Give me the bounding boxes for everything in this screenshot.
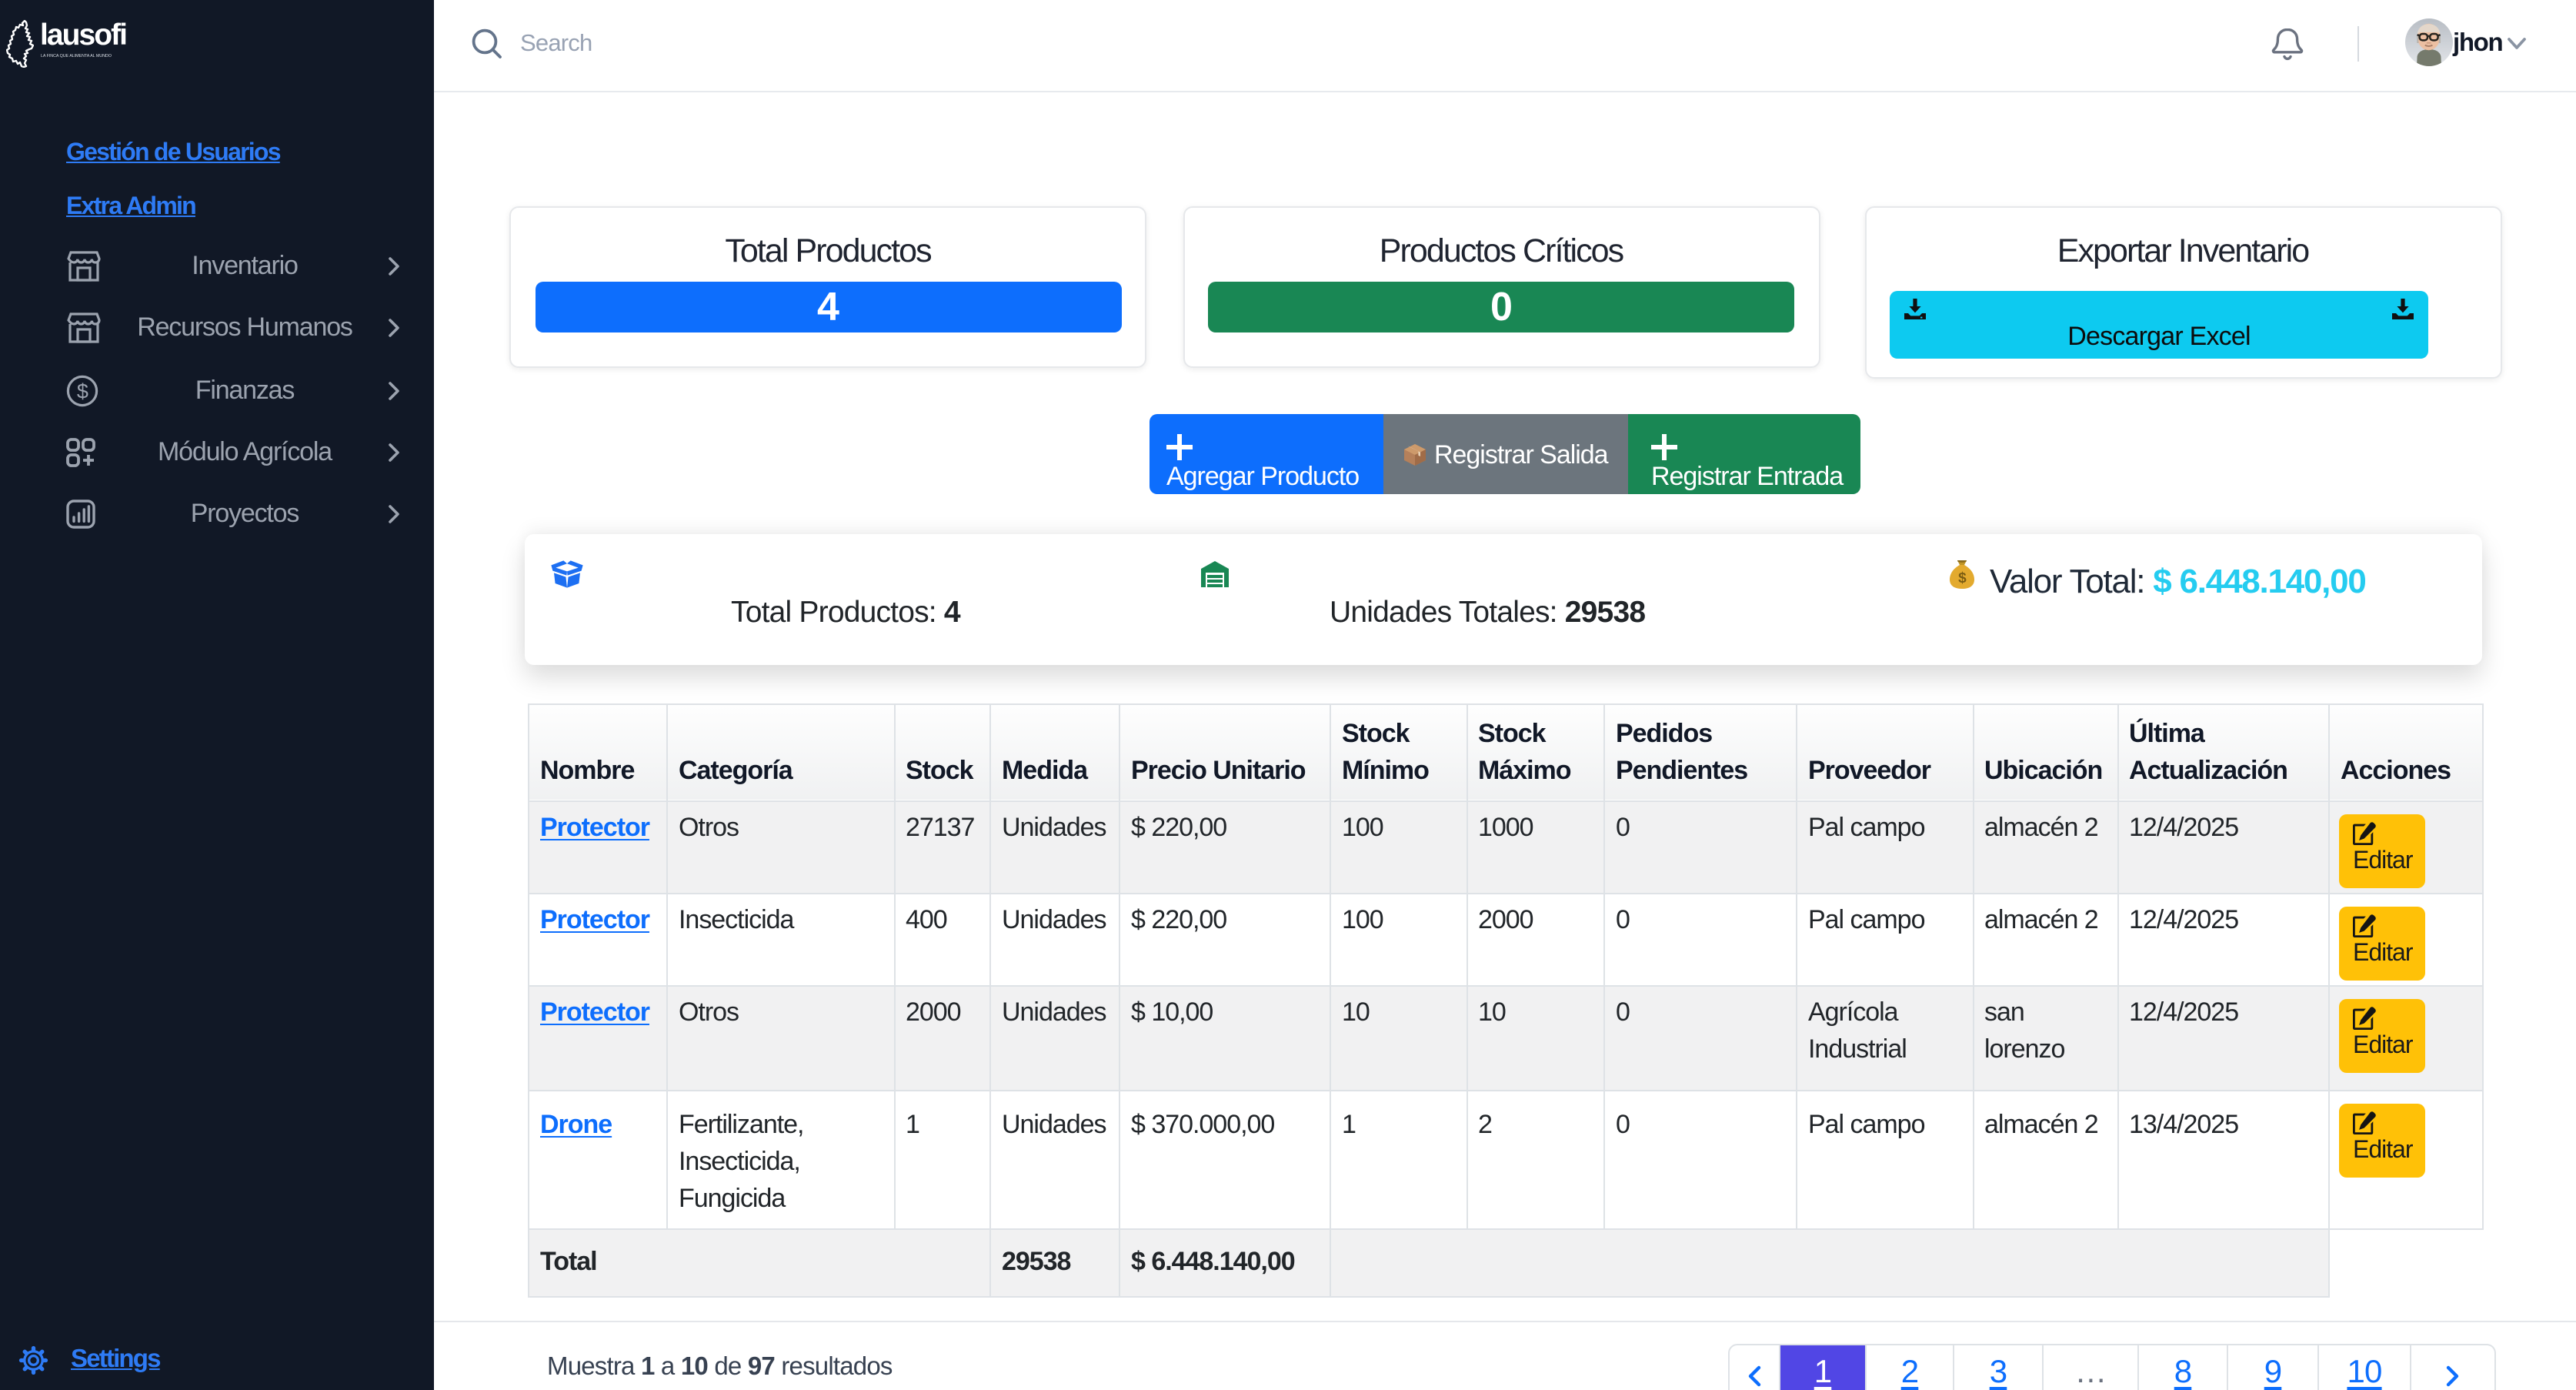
- svg-text:$: $: [77, 379, 88, 402]
- svg-text:$: $: [1958, 570, 1967, 586]
